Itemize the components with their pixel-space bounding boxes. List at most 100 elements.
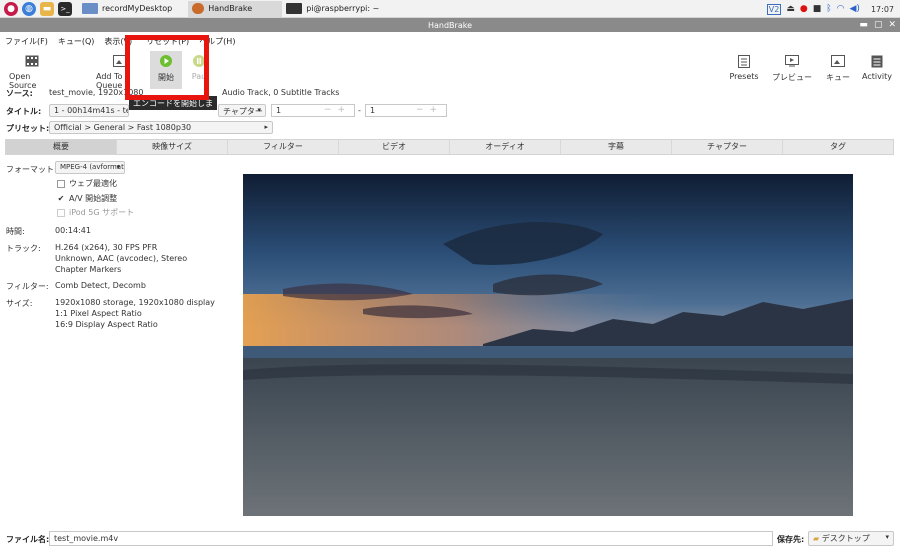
system-tray: V2 ⏏ ● ■ ᛒ ◠ ◀) 17:07 [766, 1, 894, 17]
chapter-to-spinner[interactable]: 1 −+ [365, 104, 447, 117]
size-line: 1:1 Pixel Aspect Ratio [55, 309, 142, 318]
tab-video[interactable]: ビデオ [339, 140, 450, 154]
tab-dimensions[interactable]: 映像サイズ [117, 140, 228, 154]
checkbox-box [57, 179, 65, 188]
chevron-down-icon: ▾ [257, 106, 261, 114]
tracks-label: トラック: [6, 244, 41, 253]
minimize-icon[interactable]: ▬ [859, 20, 868, 30]
preview-icon [784, 54, 800, 68]
window-titlebar: HandBrake ▬ ▢ ✕ [0, 18, 900, 32]
menu-queue[interactable]: キュー(Q) [58, 36, 95, 47]
handbrake-task-icon [192, 3, 205, 14]
filename-value: test_movie.m4v [54, 534, 119, 543]
format-select[interactable]: MPEG-4 (avformat) ▾ [55, 161, 125, 174]
settings-tabs: 概要 映像サイズ フィルター ビデオ オーディオ 字幕 チャプター タグ [5, 139, 894, 155]
checkbox-box [57, 208, 65, 217]
recordmydesktop-task-icon [82, 3, 98, 14]
chapter-from-spinner[interactable]: 1 −+ [271, 104, 355, 117]
maximize-icon[interactable]: ▢ [874, 20, 883, 30]
clock[interactable]: 17:07 [871, 5, 894, 14]
save-location-select[interactable]: ▰ デスクトップ ▾ [808, 531, 894, 546]
preview-label: プレビュー [772, 73, 812, 82]
start-button-highlight [125, 35, 209, 100]
menu-file[interactable]: ファイル(F) [5, 36, 48, 47]
raspberry-menu-icon[interactable]: ● [4, 1, 18, 16]
chevron-right-icon: ▸ [264, 123, 268, 131]
size-line: 1920x1080 storage, 1920x1080 display [55, 298, 215, 307]
save-location-label: 保存先: [777, 535, 805, 544]
task-terminal[interactable]: pi@raspberrypi: ~ [282, 1, 383, 17]
tab-subtitles[interactable]: 字幕 [561, 140, 672, 154]
close-icon[interactable]: ✕ [888, 20, 896, 30]
tab-audio[interactable]: オーディオ [450, 140, 561, 154]
presets-label: Presets [729, 72, 759, 81]
wifi-icon[interactable]: ◠ [837, 4, 845, 14]
track-line: Chapter Markers [55, 265, 122, 274]
window-title: HandBrake [427, 20, 472, 30]
plus-minus-icon: −+ [415, 105, 443, 115]
av-align-checkbox[interactable]: ✔ A/V 開始調整 [57, 193, 118, 204]
filters-label: フィルター: [6, 282, 49, 291]
tab-summary[interactable]: 概要 [6, 140, 117, 154]
track-line: Unknown, AAC (avcodec), Stereo [55, 254, 188, 263]
stop-icon[interactable]: ■ [813, 4, 822, 14]
queue-icon [830, 54, 846, 68]
volume-icon[interactable]: ◀) [850, 4, 860, 14]
record-icon[interactable]: ● [800, 4, 808, 14]
checkmark-icon: ✔ [57, 193, 65, 203]
title-select-value: 1 - 00h14m41s - test_ [54, 106, 128, 115]
format-label: フォーマット: [6, 165, 57, 174]
output-bar: ファイル名: test_movie.m4v 保存先: ▰ デスクトップ ▾ [0, 530, 900, 548]
filters-value: Comb Detect, Decomb [55, 281, 146, 290]
plus-minus-icon: −+ [323, 105, 351, 115]
range-type-select[interactable]: チャプター ▾ [218, 104, 266, 117]
task-label: pi@raspberrypi: ~ [306, 4, 380, 13]
track-line: H.264 (x264), 30 FPS PFR [55, 243, 158, 252]
size-line: 16:9 Display Aspect Ratio [55, 320, 158, 329]
chevron-down-icon: ▾ [885, 533, 889, 541]
preset-select-value: Official > General > Fast 1080p30 [54, 123, 192, 132]
title-select[interactable]: 1 - 00h14m41s - test_ [49, 104, 129, 117]
range-dash: - [358, 106, 361, 115]
file-manager-icon[interactable]: ▬ [40, 1, 54, 16]
format-select-value: MPEG-4 (avformat) [60, 163, 125, 171]
filename-input[interactable]: test_movie.m4v [49, 531, 773, 546]
save-location-value: デスクトップ [821, 534, 870, 543]
queue-button[interactable]: キュー [825, 54, 851, 83]
task-label: HandBrake [208, 4, 253, 13]
ipod-label: iPod 5G サポート [69, 208, 135, 217]
preset-label: プリセット: [6, 124, 50, 133]
source-tracks: Audio Track, 0 Subtitle Tracks [222, 88, 340, 97]
task-label: recordMyDesktop [102, 4, 173, 13]
bluetooth-icon[interactable]: ᛒ [826, 4, 831, 14]
filename-label: ファイル名: [6, 535, 50, 544]
ipod-checkbox: iPod 5G サポート [57, 207, 134, 218]
size-label: サイズ: [6, 299, 33, 308]
web-optimized-checkbox[interactable]: ウェブ最適化 [57, 178, 117, 189]
duration-value: 00:14:41 [55, 226, 91, 235]
tab-chapters[interactable]: チャプター [672, 140, 783, 154]
folder-icon: ▰ [813, 534, 820, 543]
queue-label: キュー [826, 73, 850, 82]
vnc-icon[interactable]: V2 [766, 3, 782, 15]
activity-button[interactable]: Activity [862, 54, 892, 81]
chevron-down-icon: ▾ [116, 163, 120, 171]
av-align-label: A/V 開始調整 [69, 194, 118, 203]
task-recordmydesktop[interactable]: recordMyDesktop [78, 1, 176, 17]
activity-label: Activity [862, 72, 892, 81]
task-handbrake[interactable]: HandBrake [188, 0, 283, 17]
tab-tags[interactable]: タグ [783, 140, 893, 154]
terminal-task-icon [286, 3, 303, 14]
chapter-to-value: 1 [370, 106, 376, 115]
presets-button[interactable]: Presets [729, 54, 759, 81]
preview-button[interactable]: プレビュー [772, 54, 812, 83]
activity-icon [869, 54, 885, 68]
source-label: ソース: [6, 89, 33, 98]
open-source-button[interactable]: Open Source [9, 54, 55, 90]
eject-icon[interactable]: ⏏ [786, 4, 795, 14]
tab-filters[interactable]: フィルター [228, 140, 339, 154]
browser-icon[interactable]: ◍ [22, 1, 36, 16]
terminal-icon[interactable]: >_ [58, 1, 72, 16]
title-label: タイトル: [6, 107, 42, 116]
preset-select[interactable]: Official > General > Fast 1080p30 ▸ [49, 121, 273, 134]
